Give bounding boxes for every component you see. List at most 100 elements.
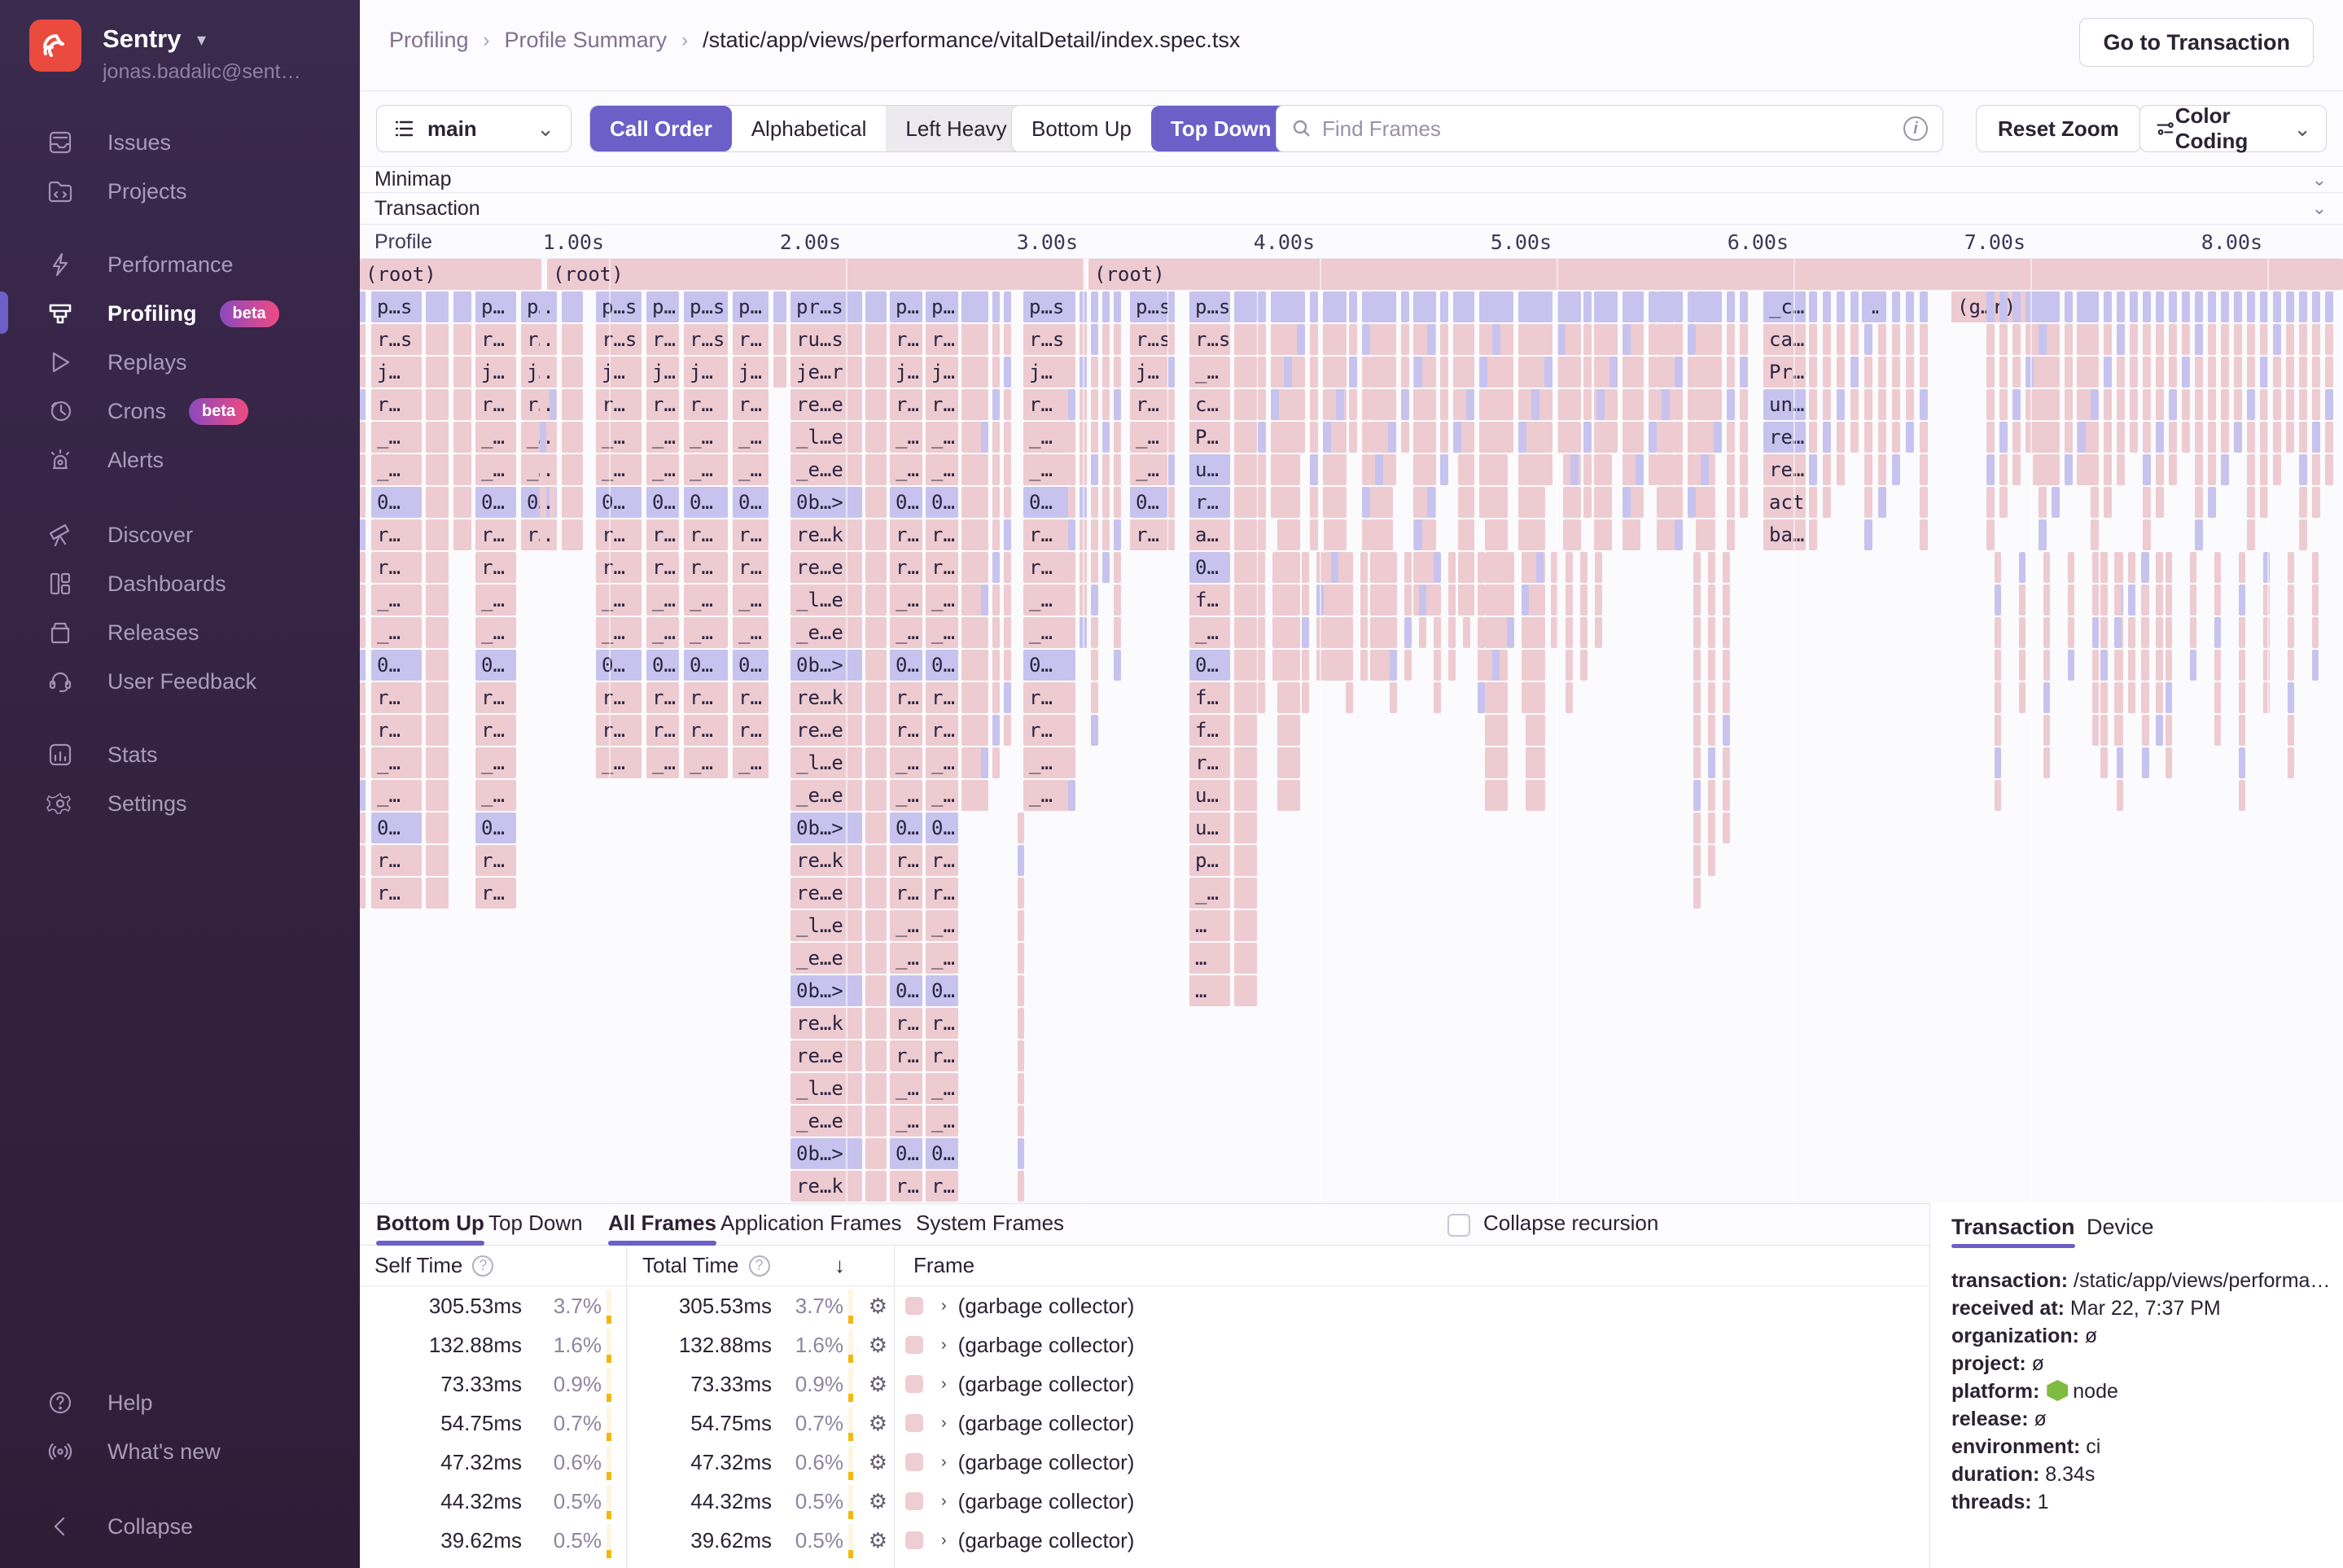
flame-frame[interactable] [1277, 780, 1300, 811]
flame-frame[interactable] [1522, 617, 1529, 648]
flame-frame[interactable] [2312, 454, 2320, 485]
flame-frame[interactable]: re…k [790, 845, 862, 876]
flame-frame[interactable] [1809, 519, 1817, 550]
flame-frame[interactable] [1675, 389, 1683, 420]
sidebar-item-user-feedback[interactable]: User Feedback [0, 658, 360, 705]
flame-frame[interactable] [865, 943, 887, 974]
flame-frame[interactable] [2247, 422, 2255, 453]
flame-frame[interactable]: re…e [790, 1040, 862, 1071]
flame-frame[interactable] [1414, 357, 1422, 388]
flame-frame[interactable] [1507, 552, 1514, 583]
flame-frame[interactable] [1234, 975, 1257, 1006]
flame-frame[interactable] [1649, 291, 1657, 322]
flame-frame[interactable] [1570, 454, 1579, 485]
flame-frame[interactable] [1114, 389, 1121, 420]
flame-frame[interactable]: _… [1130, 454, 1167, 485]
flame-frame[interactable] [1636, 357, 1644, 388]
flame-frame[interactable] [426, 357, 449, 388]
flame-frame[interactable]: _… [475, 454, 516, 485]
flame-frame[interactable]: _… [890, 454, 922, 485]
flame-frame[interactable]: r… [926, 519, 958, 550]
flame-frame[interactable] [2156, 291, 2164, 322]
flame-frame[interactable] [1453, 422, 1461, 453]
flame-frame[interactable] [453, 389, 471, 420]
flame-frame[interactable] [2312, 291, 2320, 322]
flame-frame[interactable]: _… [890, 780, 922, 811]
self-time-cell[interactable]: 47.32ms 0.6% [360, 1443, 626, 1482]
flame-frame[interactable] [1566, 682, 1573, 713]
flame-frame[interactable] [426, 747, 449, 778]
flame-frame[interactable] [1316, 617, 1324, 648]
chevron-right-icon[interactable]: › [941, 1375, 947, 1394]
flame-frame[interactable] [992, 324, 1000, 355]
flame-frame[interactable] [1485, 747, 1508, 778]
flame-frame[interactable] [1623, 324, 1631, 355]
flame-frame[interactable] [1004, 422, 1011, 453]
flame-frame[interactable] [1544, 291, 1553, 322]
flame-frame[interactable]: 0… [890, 1138, 922, 1169]
flame-frame[interactable] [1809, 487, 1817, 518]
flame-frame[interactable]: r… [475, 845, 516, 876]
flame-frame[interactable]: _… [596, 585, 642, 615]
flame-frame[interactable] [1310, 519, 1318, 550]
self-time-cell[interactable]: 54.75ms 0.7% [360, 1404, 626, 1443]
flame-frame[interactable] [2299, 357, 2307, 388]
flame-frame[interactable] [1018, 943, 1024, 974]
flame-frame[interactable] [1906, 357, 1914, 388]
flame-frame[interactable] [2143, 324, 2151, 355]
flame-frame[interactable] [2263, 650, 2270, 681]
flame-frame[interactable]: 0… [890, 975, 922, 1006]
flame-frame[interactable]: r… [475, 552, 516, 583]
flame-frame[interactable] [1864, 487, 1872, 518]
flame-frame[interactable] [2078, 324, 2086, 355]
flame-frame[interactable] [1234, 519, 1257, 550]
flame-frame[interactable] [2052, 324, 2060, 355]
flame-frame[interactable] [1536, 552, 1544, 583]
flame-frame[interactable] [1693, 585, 1701, 615]
flame-frame[interactable] [1536, 585, 1544, 615]
flame-frame[interactable]: _l…e [790, 422, 862, 453]
collapse-recursion-checkbox[interactable] [1447, 1214, 1470, 1237]
flame-frame[interactable] [2104, 389, 2112, 420]
flame-frame[interactable] [1114, 291, 1121, 322]
flame-frame[interactable] [1302, 552, 1309, 583]
flame-frame[interactable] [550, 357, 556, 388]
flame-frame[interactable] [1324, 519, 1347, 550]
flame-frame[interactable] [2104, 324, 2112, 355]
flame-frame[interactable] [2166, 585, 2172, 615]
flame-frame[interactable] [1850, 291, 1859, 322]
flame-frame[interactable]: r… [1189, 487, 1230, 518]
flame-frame[interactable] [2142, 650, 2149, 681]
flame-frame[interactable] [1068, 422, 1075, 453]
flame-frame[interactable]: _l…e [790, 910, 862, 941]
flame-frame[interactable] [1234, 910, 1257, 941]
flame-frame[interactable] [1466, 357, 1474, 388]
flame-frame[interactable]: _… [1130, 422, 1167, 453]
flame-frame[interactable] [1453, 324, 1461, 355]
flame-frame[interactable] [1401, 389, 1409, 420]
flame-frame[interactable] [2043, 617, 2050, 648]
flame-frame[interactable] [865, 552, 887, 583]
flame-frame[interactable] [1114, 519, 1121, 550]
flame-frame[interactable] [1375, 324, 1383, 355]
flame-frame[interactable] [1727, 454, 1735, 485]
flame-frame[interactable]: _… [475, 747, 516, 778]
flame-frame[interactable] [1492, 585, 1500, 615]
flame-frame[interactable] [1999, 389, 2008, 420]
flame-frame[interactable]: r… [1023, 715, 1069, 746]
flame-frame[interactable] [1258, 357, 1266, 388]
flame-frame[interactable] [1688, 324, 1696, 355]
flame-frame[interactable] [1526, 715, 1545, 746]
flame-frame[interactable] [1404, 585, 1412, 615]
flame-frame[interactable] [1518, 357, 1526, 388]
flame-frame[interactable]: r… [926, 389, 958, 420]
flame-frame[interactable] [1696, 487, 1715, 518]
flame-frame[interactable]: _… [890, 1073, 922, 1104]
flame-frame[interactable] [2214, 617, 2221, 648]
flame-frame[interactable]: ca…n [1763, 324, 1806, 355]
flame-frame[interactable]: _… [890, 943, 922, 974]
flame-frame[interactable] [1570, 357, 1579, 388]
flame-frame[interactable] [1360, 585, 1368, 615]
flame-frame[interactable] [360, 552, 366, 583]
flame-frame[interactable] [1837, 357, 1845, 388]
